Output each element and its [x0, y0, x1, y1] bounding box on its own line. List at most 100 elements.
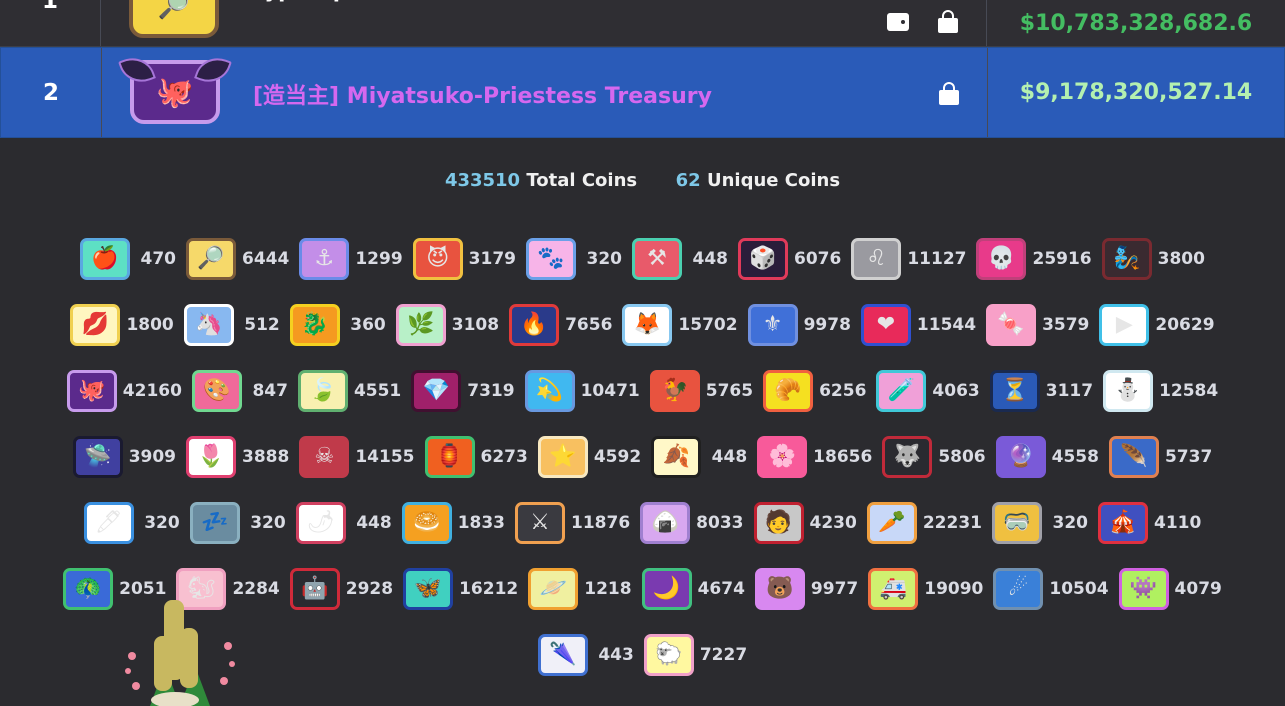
- fox-icon[interactable]: 🦊: [622, 304, 673, 346]
- ufo-icon[interactable]: 🛸: [72, 436, 123, 478]
- coin-item[interactable]: 🥐 6256: [763, 370, 866, 412]
- coin-item[interactable]: 🐉 360: [289, 304, 386, 346]
- sheep-icon[interactable]: 🐑: [643, 634, 694, 676]
- chicken-icon[interactable]: 🐓: [649, 370, 700, 412]
- dice-icon[interactable]: 🎲: [738, 238, 788, 280]
- coin-item[interactable]: 🪶 5737: [1108, 436, 1212, 478]
- coin-item[interactable]: 🪐 1218: [528, 568, 632, 610]
- apple-icon[interactable]: 🍎: [80, 238, 131, 280]
- coin-item[interactable]: 💫 10471: [524, 370, 640, 412]
- coin-item[interactable]: 🌙 4674: [641, 568, 745, 610]
- melonpan-icon[interactable]: 🥯: [401, 502, 452, 544]
- coin-item[interactable]: 🔥 7656: [509, 304, 612, 346]
- branch-icon[interactable]: 🌿: [395, 304, 446, 346]
- magnifier-icon[interactable]: 🔎: [186, 238, 237, 280]
- unicorn-icon[interactable]: 🦄: [183, 304, 234, 346]
- coin-item[interactable]: 🎲 6076: [738, 238, 841, 280]
- orb-icon[interactable]: 🔮: [995, 436, 1046, 478]
- circus-icon[interactable]: 🎪: [1097, 502, 1148, 544]
- coin-item[interactable]: 🐓 5765: [649, 370, 753, 412]
- leo-icon[interactable]: ♌: [851, 238, 902, 280]
- leaderboard-row-1[interactable]: 1 🔎 cypherposter $10,783,328,682.6: [0, 0, 1285, 47]
- coin-item[interactable]: 🦋 16212: [403, 568, 518, 610]
- dragon-icon[interactable]: 🐉: [289, 304, 340, 346]
- carrot-icon[interactable]: 🥕: [866, 502, 917, 544]
- coin-item[interactable]: 🥽 320: [991, 502, 1088, 544]
- bow-icon[interactable]: ⚜: [747, 304, 798, 346]
- leaderboard-row-2[interactable]: 2 🐙 [造当主] Miyatsuko-Priestess Treasury $…: [0, 47, 1285, 138]
- lips-icon[interactable]: 💋: [70, 304, 121, 346]
- coin-item[interactable]: 👾 4079: [1118, 568, 1222, 610]
- coin-item[interactable]: 🐻 9977: [754, 568, 858, 610]
- coin-item[interactable]: 💤 320: [189, 502, 286, 544]
- coin-item[interactable]: ♌ 11127: [851, 238, 966, 280]
- umbrella-icon[interactable]: 🌂: [537, 634, 588, 676]
- moon-icon[interactable]: 🌙: [641, 568, 692, 610]
- coin-item[interactable]: 🐙 42160: [66, 370, 182, 412]
- peacock-icon[interactable]: 🦚: [63, 568, 114, 610]
- coin-item[interactable]: 🖊 320: [83, 502, 180, 544]
- coin-item[interactable]: ⛄ 12584: [1103, 370, 1218, 412]
- coin-item[interactable]: 🧪 4063: [876, 370, 980, 412]
- coin-item[interactable]: 🔎 6444: [186, 238, 289, 280]
- coin-item[interactable]: 🍬 3579: [986, 304, 1089, 346]
- comet-icon[interactable]: 💫: [524, 370, 575, 412]
- swords-icon[interactable]: ⚔: [515, 502, 566, 544]
- coin-item[interactable]: 🏮 6273: [424, 436, 528, 478]
- gem-icon[interactable]: 💎: [411, 370, 462, 412]
- coin-item[interactable]: 🧞 3800: [1101, 238, 1205, 280]
- ambulance-icon[interactable]: 🚑: [868, 568, 919, 610]
- coin-item[interactable]: 🐑 7227: [643, 634, 747, 676]
- coin-item[interactable]: 🌿 3108: [395, 304, 499, 346]
- pen-icon[interactable]: 🖊: [83, 502, 134, 544]
- comet2-icon[interactable]: ☄: [993, 568, 1044, 610]
- coin-item[interactable]: 🥯 1833: [401, 502, 505, 544]
- sleep-icon[interactable]: 💤: [189, 502, 240, 544]
- coin-item[interactable]: ▶ 20629: [1099, 304, 1215, 346]
- coin-item[interactable]: 🤖 2928: [289, 568, 393, 610]
- bear-icon[interactable]: 🐻: [754, 568, 805, 610]
- coin-item[interactable]: ⚔ 11876: [515, 502, 630, 544]
- play-icon[interactable]: ▶: [1099, 304, 1150, 346]
- coin-item[interactable]: 🍙 8033: [640, 502, 744, 544]
- coin-item[interactable]: 🌶 448: [295, 502, 392, 544]
- pirate-flag-icon[interactable]: ☠: [299, 436, 350, 478]
- hourglass-icon[interactable]: ⏳: [989, 370, 1040, 412]
- coin-item[interactable]: 🌷 3888: [186, 436, 289, 478]
- coin-item[interactable]: ⚒ 448: [632, 238, 728, 280]
- coin-item[interactable]: ⚜ 9978: [747, 304, 851, 346]
- planet-icon[interactable]: 🪐: [528, 568, 579, 610]
- coin-item[interactable]: 💋 1800: [70, 304, 174, 346]
- fire-icon[interactable]: 🔥: [509, 304, 560, 346]
- leaves-icon[interactable]: 🍃: [297, 370, 348, 412]
- coin-item[interactable]: ☠ 14155: [299, 436, 415, 478]
- coin-item[interactable]: 🍂 448: [651, 436, 747, 478]
- chili-icon[interactable]: 🌶: [295, 502, 346, 544]
- butterfly-icon[interactable]: 🦋: [403, 568, 454, 610]
- person-icon[interactable]: 🧑: [753, 502, 804, 544]
- pickaxe-icon[interactable]: ⚒: [632, 238, 682, 280]
- heart-icon[interactable]: ❤: [860, 304, 911, 346]
- coin-item[interactable]: 🍎 470: [80, 238, 176, 280]
- star-icon[interactable]: ⭐: [537, 436, 588, 478]
- lantern-icon[interactable]: 🏮: [424, 436, 475, 478]
- coin-item[interactable]: ⏳ 3117: [989, 370, 1093, 412]
- coin-item[interactable]: 🌂 443: [537, 634, 634, 676]
- anchor-icon[interactable]: ⚓: [299, 238, 350, 280]
- palette-icon[interactable]: 🎨: [191, 370, 242, 412]
- coin-item[interactable]: 😈 3179: [412, 238, 516, 280]
- coin-item[interactable]: 🌸 18656: [757, 436, 872, 478]
- coin-item[interactable]: 🎪 4110: [1097, 502, 1201, 544]
- coin-item[interactable]: 💎 7319: [411, 370, 515, 412]
- coin-item[interactable]: 🐺 5806: [882, 436, 986, 478]
- coin-item[interactable]: ⭐ 4592: [537, 436, 641, 478]
- blossom-icon[interactable]: 🌸: [757, 436, 808, 478]
- devil-icon[interactable]: 😈: [412, 238, 463, 280]
- octopus-icon[interactable]: 🐙: [66, 370, 117, 412]
- coin-item[interactable]: 🔮 4558: [995, 436, 1099, 478]
- coin-item[interactable]: 🧑 4230: [753, 502, 857, 544]
- coin-item[interactable]: ⚓ 1299: [299, 238, 403, 280]
- snowman-icon[interactable]: ⛄: [1103, 370, 1154, 412]
- maple-icon[interactable]: 🍂: [651, 436, 702, 478]
- invader-icon[interactable]: 👾: [1118, 568, 1169, 610]
